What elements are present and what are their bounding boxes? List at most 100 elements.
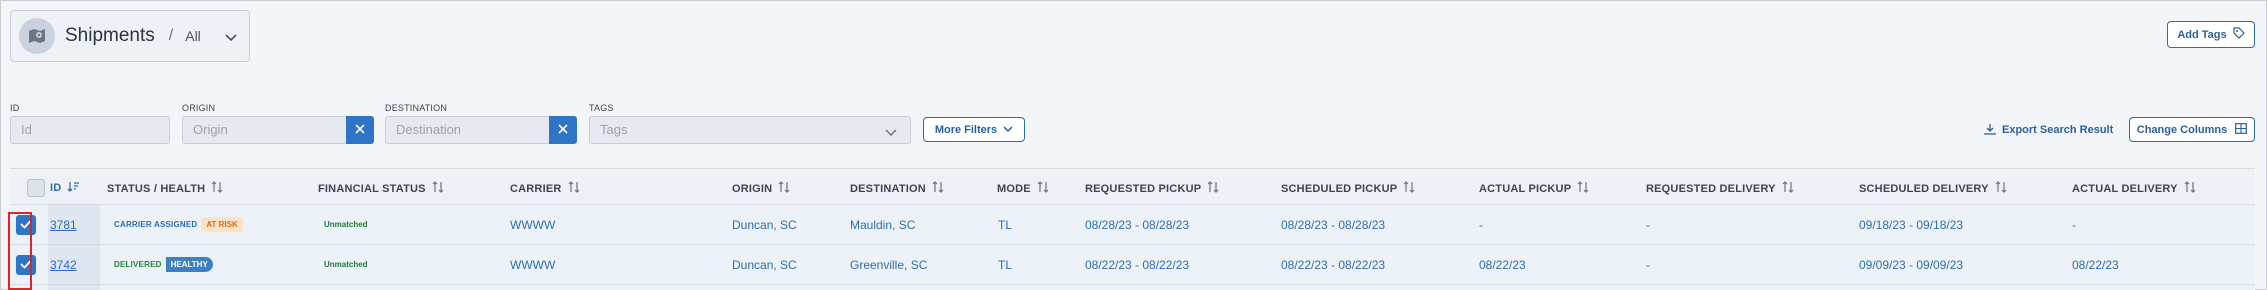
column-header-mode[interactable]: MODE bbox=[997, 181, 1049, 196]
close-icon bbox=[558, 121, 568, 139]
tag-icon bbox=[2233, 27, 2245, 42]
shipment-id-link[interactable]: 3781 bbox=[50, 218, 77, 232]
column-header-label: REQUESTED PICKUP bbox=[1085, 182, 1202, 195]
view-name: All bbox=[185, 28, 201, 44]
export-search-result-link[interactable]: Export Search Result bbox=[1984, 121, 2113, 139]
table-row[interactable]: 3742 DELIVERED HEALTHY Unmatched WWWW Du… bbox=[10, 245, 2255, 285]
actual-delivery-cell: - bbox=[2072, 218, 2076, 232]
column-header-carrier[interactable]: CARRIER bbox=[510, 181, 580, 196]
chevron-down-icon bbox=[885, 124, 897, 142]
origin-filter-input[interactable]: Origin bbox=[182, 116, 347, 144]
financial-status: Unmatched bbox=[324, 220, 368, 229]
id-filter-input[interactable]: Id bbox=[10, 116, 170, 144]
health-badge: AT RISK bbox=[201, 217, 243, 232]
scheduled-delivery-cell: 09/09/23 - 09/09/23 bbox=[1859, 258, 1964, 272]
requested-pickup-cell: 08/28/23 - 08/28/23 bbox=[1085, 218, 1190, 232]
change-columns-button[interactable]: Change Columns bbox=[2129, 117, 2255, 142]
requested-pickup-cell: 08/22/23 - 08/22/23 bbox=[1085, 258, 1190, 272]
close-icon bbox=[355, 121, 365, 139]
sort-icon bbox=[1037, 181, 1049, 196]
sort-icon bbox=[1782, 181, 1794, 196]
page-title: Shipments bbox=[65, 25, 155, 46]
breadcrumb-separator: / bbox=[168, 27, 174, 44]
column-header-label: REQUESTED DELIVERY bbox=[1646, 182, 1776, 195]
origin-filter-label: ORIGIN bbox=[182, 103, 216, 113]
destination-filter-label: DESTINATION bbox=[385, 103, 448, 113]
row-select-checkbox[interactable] bbox=[16, 215, 36, 235]
chevron-down-icon[interactable] bbox=[225, 29, 237, 47]
origin-clear-button[interactable] bbox=[346, 116, 374, 144]
column-header-label: DESTINATION bbox=[850, 182, 926, 195]
actual-delivery-cell: 08/22/23 bbox=[2072, 258, 2119, 272]
shipment-id-link[interactable]: 3742 bbox=[50, 258, 77, 272]
mode-cell: TL bbox=[998, 218, 1013, 232]
health-badge: HEALTHY bbox=[165, 257, 213, 272]
column-header-label: MODE bbox=[997, 182, 1031, 195]
requested-delivery-cell: - bbox=[1646, 258, 1650, 272]
view-selector[interactable]: Shipments / All bbox=[10, 10, 250, 62]
sort-icon bbox=[1577, 181, 1589, 196]
column-header-origin[interactable]: ORIGIN bbox=[732, 181, 790, 196]
chevron-down-icon bbox=[1003, 124, 1013, 136]
select-all-checkbox[interactable] bbox=[27, 179, 45, 197]
columns-icon bbox=[2235, 122, 2248, 137]
sort-icon bbox=[1207, 181, 1219, 196]
id-filter-label: ID bbox=[10, 103, 20, 113]
sort-icon bbox=[2184, 181, 2196, 196]
export-label: Export Search Result bbox=[2002, 124, 2114, 136]
status-badge: DELIVERED bbox=[114, 260, 162, 269]
actual-pickup-cell: - bbox=[1479, 218, 1483, 232]
tags-filter-label: TAGS bbox=[589, 103, 614, 113]
financial-status: Unmatched bbox=[324, 260, 368, 269]
add-tags-button[interactable]: Add Tags bbox=[2167, 21, 2255, 48]
sort-descending-icon bbox=[67, 181, 80, 195]
checkmark-icon bbox=[20, 256, 32, 274]
carrier-cell: WWWW bbox=[510, 218, 556, 232]
mode-cell: TL bbox=[998, 258, 1013, 272]
tags-filter-select[interactable]: Tags bbox=[589, 116, 911, 144]
column-header-label: SCHEDULED PICKUP bbox=[1281, 182, 1398, 195]
row-select-checkbox[interactable] bbox=[16, 255, 36, 275]
requested-delivery-cell: - bbox=[1646, 218, 1650, 232]
column-header-requested-pickup[interactable]: REQUESTED PICKUP bbox=[1085, 181, 1219, 196]
sort-icon bbox=[1995, 181, 2007, 196]
sort-icon bbox=[568, 181, 580, 196]
column-header-label: STATUS / HEALTH bbox=[107, 182, 206, 195]
destination-filter-input[interactable]: Destination bbox=[385, 116, 550, 144]
table-row[interactable]: 3781 CARRIER ASSIGNED AT RISK Unmatched … bbox=[10, 205, 2255, 245]
column-header-label: ACTUAL PICKUP bbox=[1479, 182, 1572, 195]
column-header-scheduled-delivery[interactable]: SCHEDULED DELIVERY bbox=[1859, 181, 2007, 196]
checkmark-icon bbox=[20, 216, 32, 234]
add-tags-label: Add Tags bbox=[2177, 28, 2227, 41]
destination-cell: Mauldin, SC bbox=[850, 218, 916, 232]
column-header-id[interactable]: ID bbox=[50, 181, 80, 195]
column-header-status[interactable]: STATUS / HEALTH bbox=[107, 181, 223, 196]
column-header-financial-status[interactable]: FINANCIAL STATUS bbox=[318, 181, 444, 196]
column-header-requested-delivery[interactable]: REQUESTED DELIVERY bbox=[1646, 181, 1794, 196]
column-header-actual-delivery[interactable]: ACTUAL DELIVERY bbox=[2072, 181, 2196, 196]
status-badge: CARRIER ASSIGNED bbox=[114, 220, 198, 229]
table-header: ID STATUS / HEALTH FINANCIAL STATUS CARR… bbox=[10, 169, 2255, 205]
sort-icon bbox=[432, 181, 444, 196]
origin-cell: Duncan, SC bbox=[732, 258, 797, 272]
column-header-label: CARRIER bbox=[510, 182, 562, 195]
sort-icon bbox=[211, 181, 223, 196]
shipments-table: ID STATUS / HEALTH FINANCIAL STATUS CARR… bbox=[10, 168, 2255, 290]
destination-clear-button[interactable] bbox=[549, 116, 577, 144]
scheduled-pickup-cell: 08/22/23 - 08/22/23 bbox=[1281, 258, 1386, 272]
column-header-label: ACTUAL DELIVERY bbox=[2072, 182, 2178, 195]
carrier-cell: WWWW bbox=[510, 258, 556, 272]
sort-icon bbox=[1403, 181, 1415, 196]
column-header-label: SCHEDULED DELIVERY bbox=[1859, 182, 1989, 195]
column-header-actual-pickup[interactable]: ACTUAL PICKUP bbox=[1479, 181, 1589, 196]
download-icon bbox=[1984, 123, 1996, 138]
column-header-label: ORIGIN bbox=[732, 182, 773, 195]
sort-icon bbox=[932, 181, 944, 196]
column-header-scheduled-pickup[interactable]: SCHEDULED PICKUP bbox=[1281, 181, 1415, 196]
actual-pickup-cell: 08/22/23 bbox=[1479, 258, 1526, 272]
column-header-destination[interactable]: DESTINATION bbox=[850, 181, 944, 196]
more-filters-label: More Filters bbox=[934, 123, 998, 136]
status-health: DELIVERED HEALTHY bbox=[114, 257, 213, 272]
more-filters-button[interactable]: More Filters bbox=[923, 117, 1025, 142]
destination-cell: Greenville, SC bbox=[850, 258, 928, 272]
